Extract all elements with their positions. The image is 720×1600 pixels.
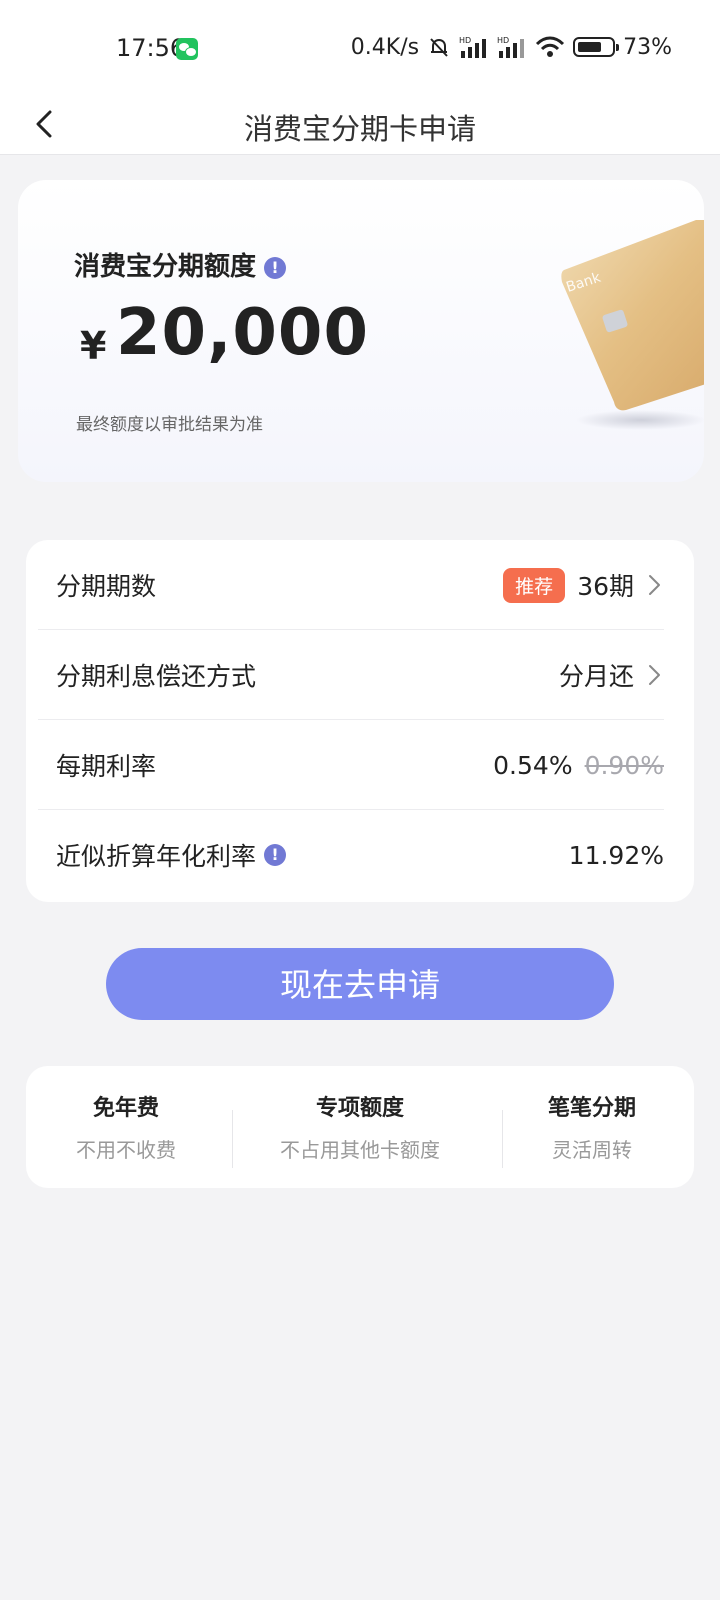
annual-rate-value: 11.92%	[568, 840, 664, 870]
feature-item: 专项额度 不占用其他卡额度	[260, 1090, 460, 1163]
repayment-value: 分月还	[558, 662, 634, 691]
repayment-row[interactable]: 分期利息偿还方式 分月还	[38, 630, 664, 720]
feature-item: 免年费 不用不收费	[66, 1090, 186, 1163]
signal-icon: HD	[459, 36, 487, 58]
credit-card-image: Bank	[561, 220, 704, 430]
divider	[502, 1110, 503, 1168]
feature-title: 笔笔分期	[547, 1096, 636, 1121]
annual-rate-label-row: 近似折算年化利率!	[56, 837, 287, 873]
info-icon[interactable]: !	[264, 844, 287, 866]
feature-subtitle: 不用不收费	[76, 1138, 176, 1162]
chevron-right-icon	[649, 575, 660, 595]
wechat-notification-icon	[176, 38, 198, 60]
mute-bell-icon	[430, 38, 448, 57]
quota-amount: 20,000	[116, 296, 369, 370]
status-indicators: 0.4K/s HD HD 73%	[351, 32, 672, 62]
currency-symbol: ¥	[80, 324, 107, 368]
annual-rate-label: 近似折算年化利率	[56, 842, 257, 871]
signal-icon-2: HD	[497, 36, 525, 58]
status-time: 17:56	[116, 34, 186, 62]
rate-row: 每期利率 0.54% 0.90%	[38, 720, 664, 810]
signal-hd-label-2: HD	[497, 36, 509, 45]
recommend-badge: 推荐	[503, 567, 566, 603]
installments-value: 36期	[577, 572, 634, 601]
annual-rate-row: 近似折算年化利率! 11.92%	[56, 810, 664, 900]
battery-percent: 73%	[623, 34, 672, 60]
rate-label: 每期利率	[56, 752, 157, 781]
wifi-icon	[536, 36, 565, 57]
chevron-right-icon	[649, 665, 660, 685]
network-speed: 0.4K/s	[350, 34, 420, 60]
installments-label: 分期期数	[56, 572, 157, 601]
divider	[232, 1110, 233, 1168]
original-rate: 0.90%	[584, 750, 664, 780]
feature-item: 笔笔分期 灵活周转	[526, 1090, 658, 1163]
feature-title: 免年费	[92, 1096, 159, 1121]
quota-label-row: 消费宝分期额度!	[74, 246, 287, 283]
installments-row[interactable]: 分期期数 推荐 36期	[38, 540, 664, 630]
signal-hd-label: HD	[459, 36, 471, 45]
feature-subtitle: 灵活周转	[552, 1138, 632, 1162]
battery-icon	[573, 37, 620, 57]
quota-card: 消费宝分期额度! ¥ 20,000 最终额度以审批结果为准 Bank	[18, 180, 704, 482]
nav-header: 消费宝分期卡申请	[0, 96, 720, 155]
installment-details: 分期期数 推荐 36期 分期利息偿还方式 分月还 每期利率 0.54% 0.90…	[26, 540, 694, 902]
feature-subtitle: 不占用其他卡额度	[280, 1138, 440, 1162]
quota-note: 最终额度以审批结果为准	[76, 415, 263, 435]
features-panel: 免年费 不用不收费 专项额度 不占用其他卡额度 笔笔分期 灵活周转	[26, 1066, 694, 1188]
apply-now-button[interactable]: 现在去申请	[106, 948, 614, 1020]
status-bar: 17:56 0.4K/s HD HD 73%	[0, 0, 720, 96]
rate-value: 0.54%	[493, 750, 573, 780]
quota-label: 消费宝分期额度	[74, 252, 257, 282]
feature-title: 专项额度	[315, 1096, 404, 1121]
page-title: 消费宝分期卡申请	[243, 112, 476, 146]
repayment-label: 分期利息偿还方式	[56, 662, 257, 691]
info-icon[interactable]: !	[264, 256, 287, 279]
